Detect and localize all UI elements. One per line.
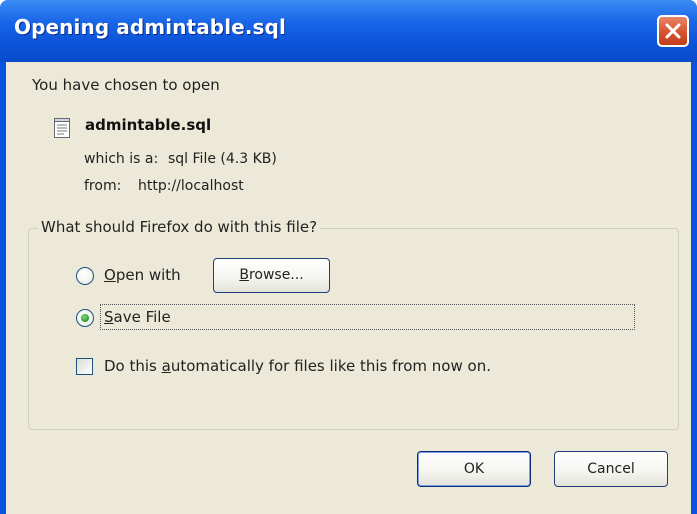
focus-outline	[100, 304, 635, 330]
browse-button[interactable]: Browse...	[213, 258, 330, 293]
title-bar[interactable]: Opening admintable.sql	[0, 0, 697, 62]
cancel-button[interactable]: Cancel	[554, 451, 668, 487]
open-with-radio[interactable]	[76, 267, 94, 285]
file-name: admintable.sql	[85, 116, 212, 134]
window-title: Opening admintable.sql	[14, 15, 286, 39]
auto-action-label[interactable]: Do this automatically for files like thi…	[104, 357, 491, 375]
intro-text: You have chosen to open	[32, 76, 220, 94]
file-type-label: which is a:	[84, 151, 159, 167]
save-file-label[interactable]: Save File	[104, 308, 171, 326]
text-file-icon	[54, 118, 70, 138]
ok-button[interactable]: OK	[417, 451, 531, 487]
radio-selected-dot	[81, 314, 89, 322]
file-type-value: sql File (4.3 KB)	[168, 151, 277, 167]
open-with-label[interactable]: Open with	[104, 266, 181, 284]
action-group-legend: What should Firefox do with this file?	[38, 218, 321, 236]
save-file-radio[interactable]	[76, 309, 94, 327]
dialog-window: Opening admintable.sql You have chosen t…	[0, 0, 697, 514]
close-icon	[665, 23, 681, 39]
source-url: http://localhost	[138, 178, 244, 194]
auto-action-checkbox[interactable]	[76, 358, 93, 375]
dialog-body: You have chosen to open admintable.sql w…	[6, 62, 691, 514]
source-label: from:	[84, 178, 122, 194]
close-button[interactable]	[657, 15, 689, 47]
